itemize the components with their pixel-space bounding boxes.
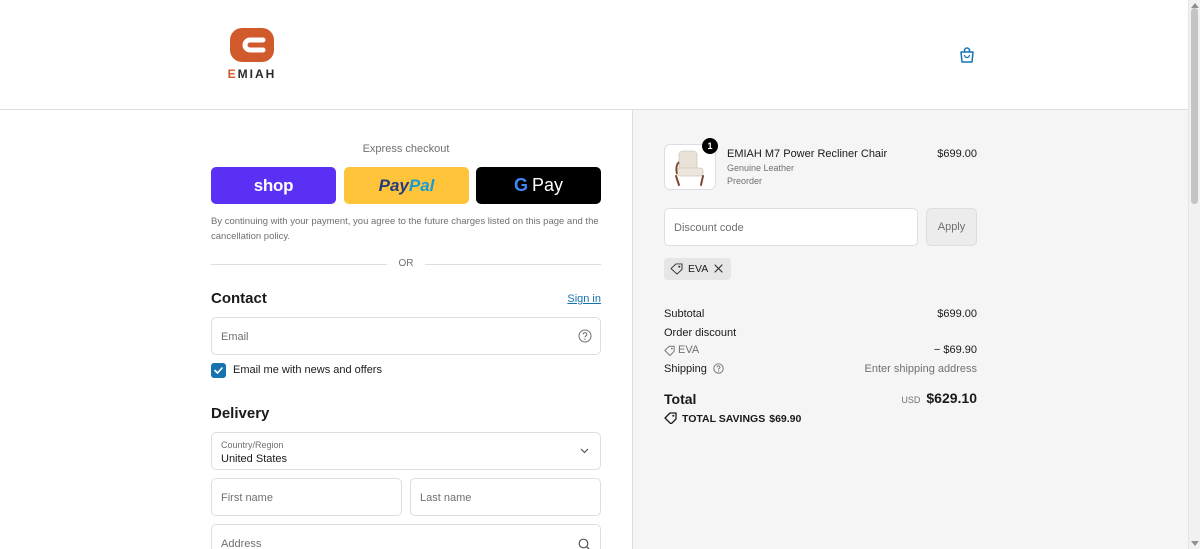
email-field[interactable]: Email: [211, 317, 601, 355]
contact-heading: Contact: [211, 290, 267, 307]
total-currency: USD: [901, 395, 921, 405]
tag-icon: [664, 412, 677, 424]
shipping-label-row: Shipping: [664, 363, 724, 375]
help-circle-icon[interactable]: [578, 329, 592, 343]
page-scrollbar[interactable]: [1188, 0, 1200, 549]
site-header: EMIAH: [0, 0, 1188, 110]
discount-amount: − $69.90: [933, 344, 977, 356]
sign-in-link[interactable]: Sign in: [560, 293, 601, 305]
savings-label: TOTAL SAVINGS: [682, 413, 766, 425]
help-circle-icon[interactable]: [713, 363, 724, 374]
search-icon: [578, 538, 590, 549]
or-divider: OR: [211, 258, 601, 272]
checkmark-icon: [214, 367, 223, 374]
newsletter-label: Email me with news and offers: [233, 364, 382, 376]
first-name-field[interactable]: First name: [211, 478, 402, 516]
applied-discount-code: EVA: [688, 263, 709, 275]
tag-icon: [670, 263, 683, 275]
shipping-value: Enter shipping address: [864, 363, 977, 375]
shop-pay-label: shop: [253, 175, 294, 195]
logo-letters: MIAH: [237, 67, 277, 81]
email-placeholder: Email: [221, 331, 249, 343]
country-value: United States: [221, 453, 288, 465]
paypal-label-pal: Pal: [408, 175, 435, 195]
discount-code-field[interactable]: Discount code: [664, 208, 918, 246]
quantity-badge: 1: [702, 138, 718, 154]
newsletter-checkbox[interactable]: [211, 363, 226, 378]
last-name-placeholder: Last name: [420, 492, 472, 504]
tag-icon: [664, 345, 675, 356]
payment-consent-text: By continuing with your payment, you agr…: [211, 216, 599, 242]
country-select[interactable]: Country/Region United States: [211, 432, 601, 470]
first-name-placeholder: First name: [221, 492, 273, 504]
discount-code-placeholder: Discount code: [674, 222, 744, 234]
chevron-down-icon: [580, 448, 589, 454]
scrollbar-thumb[interactable]: [1191, 8, 1198, 204]
shopping-bag-icon[interactable]: [958, 46, 976, 64]
paypal-label-pay: Pay: [378, 175, 409, 195]
logo-letter-e: E: [227, 67, 238, 81]
product-name: EMIAH M7 Power Recliner Chair: [727, 148, 888, 160]
google-g-icon: G: [513, 175, 528, 195]
apply-discount-button[interactable]: Apply: [926, 208, 977, 246]
last-name-field[interactable]: Last name: [410, 478, 601, 516]
product-variant: Genuine Leather: [727, 163, 795, 173]
shop-pay-button[interactable]: shop: [211, 167, 336, 204]
discount-code-name: EVA: [678, 344, 700, 356]
paypal-button[interactable]: Pay Pal: [344, 167, 469, 204]
product-preorder-note: Preorder: [727, 176, 763, 186]
total-value-row: USD $629.10: [820, 390, 977, 406]
total-savings: TOTAL SAVINGS $69.90: [664, 412, 801, 425]
logo-wordmark: EMIAH: [225, 67, 279, 81]
address-placeholder: Address: [221, 538, 262, 549]
emiah-logo-mark-icon: [230, 28, 274, 62]
remove-discount-icon[interactable]: [713, 263, 724, 274]
country-label: Country/Region: [221, 440, 284, 450]
express-checkout-title: Express checkout: [362, 143, 450, 155]
google-pay-button[interactable]: G Pay: [476, 167, 601, 204]
address-field[interactable]: Address: [211, 524, 601, 549]
total-amount: $629.10: [926, 390, 977, 406]
product-price: $699.00: [937, 148, 977, 160]
total-label: Total: [664, 391, 697, 407]
google-pay-label: Pay: [531, 175, 564, 195]
emiah-logo[interactable]: EMIAH: [225, 28, 279, 84]
shipping-label: Shipping: [664, 363, 707, 375]
subtotal-label: Subtotal: [664, 308, 705, 320]
delivery-heading: Delivery: [211, 405, 270, 422]
order-discount-label: Order discount: [664, 327, 737, 339]
savings-amount: $69.90: [769, 413, 802, 425]
applied-discount-chip: EVA: [664, 258, 731, 280]
divider-line-right: [425, 264, 601, 265]
subtotal-value: $699.00: [937, 308, 977, 320]
recliner-chair-image-icon: [675, 150, 704, 186]
scroll-down-arrow-icon[interactable]: [1191, 541, 1199, 547]
